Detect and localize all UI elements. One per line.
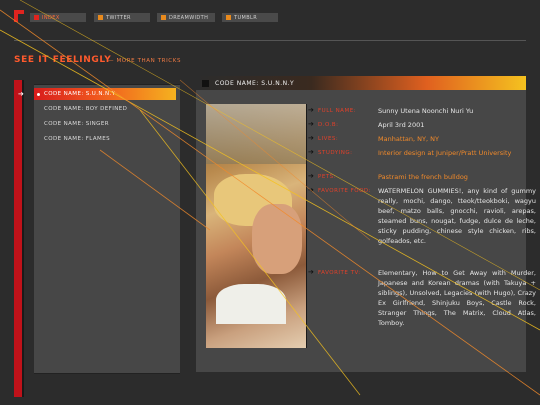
field-lives: ➔ LIVES: Manhattan, NY, NY (306, 134, 536, 144)
arrow-right-icon: ➔ (308, 172, 314, 180)
arrow-right-icon: ➔ (308, 148, 314, 156)
tab-tumblr[interactable]: TUMBLR (222, 13, 278, 22)
tab-dreamwidth-label: DREAMWIDTH (169, 14, 209, 21)
sidebar-item-singer[interactable]: CODE NAME: SINGER (34, 118, 176, 130)
field-value: Sunny Utena Noonchi Nuri Yu (378, 107, 474, 115)
field-pets: ➔ PETS: Pastrami the french bulldog (306, 172, 536, 182)
logo-icon[interactable] (14, 10, 24, 22)
sidebar-item-label: CODE NAME: FLAMES (44, 136, 110, 142)
field-full-name: ➔ FULL NAME: Sunny Utena Noonchi Nuri Yu (306, 106, 536, 116)
field-label: FULL NAME: (318, 108, 357, 114)
page-subtitle: — MORE THAN TRICKS (108, 58, 182, 64)
sidebar-item-label: CODE NAME: S.U.N.N.Y (44, 91, 116, 97)
arrow-right-icon: ➔ (308, 186, 314, 194)
field-label: PETS: (318, 174, 336, 180)
profile-panel: CODE NAME: S.U.N.N.Y ➔ FULL NAME: Sunny … (196, 76, 536, 372)
field-dob: ➔ D.O.B: April 3rd 2001 (306, 120, 536, 130)
accent-bar-shadow (22, 80, 24, 397)
sidebar-item-label: CODE NAME: SINGER (44, 121, 109, 127)
arrow-right-icon: ➔ (308, 134, 314, 142)
tab-marker-icon (34, 15, 39, 20)
bullet-icon (37, 92, 40, 96)
profile-photo (206, 104, 306, 348)
tab-index[interactable]: INDEX (30, 13, 86, 22)
page: INDEX TWITTER DREAMWIDTH TUMBLR SEE IT F… (0, 0, 540, 405)
field-label: FAVORITE FOOD: (318, 188, 372, 194)
field-studying: ➔ STUDYING: Interior design at Juniper/P… (306, 148, 536, 158)
field-value: Manhattan, NY, NY (378, 135, 439, 143)
arrow-right-icon: ➔ (308, 106, 314, 114)
field-favorite-food: ➔ FAVORITE FOOD: WATERMELON GUMMIES!, an… (306, 186, 536, 246)
field-favorite-tv: ➔ FAVORITE TV: Elementary, How to Get Aw… (306, 268, 536, 328)
field-value: WATERMELON GUMMIES!, any kind of gummy r… (378, 187, 536, 245)
tab-dreamwidth[interactable]: DREAMWIDTH (157, 13, 215, 22)
sidebar-item-sunny[interactable]: CODE NAME: S.U.N.N.Y (34, 88, 176, 100)
profile-header: CODE NAME: S.U.N.N.Y (196, 76, 526, 90)
page-title: SEE IT FEELINGLY (14, 55, 112, 65)
sidebar-item-label: CODE NAME: BOY DEFINED (44, 106, 128, 112)
tab-index-label: INDEX (42, 14, 60, 21)
arrow-right-icon: ➔ (308, 120, 314, 128)
tab-marker-icon (98, 15, 103, 20)
sidebar-item-flames[interactable]: CODE NAME: FLAMES (34, 133, 176, 145)
field-label: D.O.B: (318, 122, 339, 128)
tab-tumblr-label: TUMBLR (234, 14, 258, 21)
header-square-icon (202, 79, 209, 87)
accent-bar (14, 80, 22, 397)
arrow-right-icon: ➔ (308, 268, 314, 276)
field-value: Pastrami the french bulldog (378, 173, 468, 181)
top-divider (14, 40, 526, 41)
field-label: FAVORITE TV: (318, 270, 361, 276)
field-value: April 3rd 2001 (378, 121, 425, 129)
tab-twitter[interactable]: TWITTER (94, 13, 150, 22)
tab-twitter-label: TWITTER (106, 14, 131, 21)
tab-marker-icon (226, 15, 231, 20)
sidebar-item-boy-defined[interactable]: CODE NAME: BOY DEFINED (34, 103, 176, 115)
field-label: LIVES: (318, 136, 339, 142)
field-label: STUDYING: (318, 150, 353, 156)
arrow-right-icon: ➔ (18, 90, 24, 98)
tab-marker-icon (161, 15, 166, 20)
profile-header-label: CODE NAME: S.U.N.N.Y (215, 79, 295, 87)
field-value: Interior design at Juniper/Pratt Univers… (378, 149, 512, 157)
field-value: Elementary, How to Get Away with Murder,… (378, 269, 536, 327)
